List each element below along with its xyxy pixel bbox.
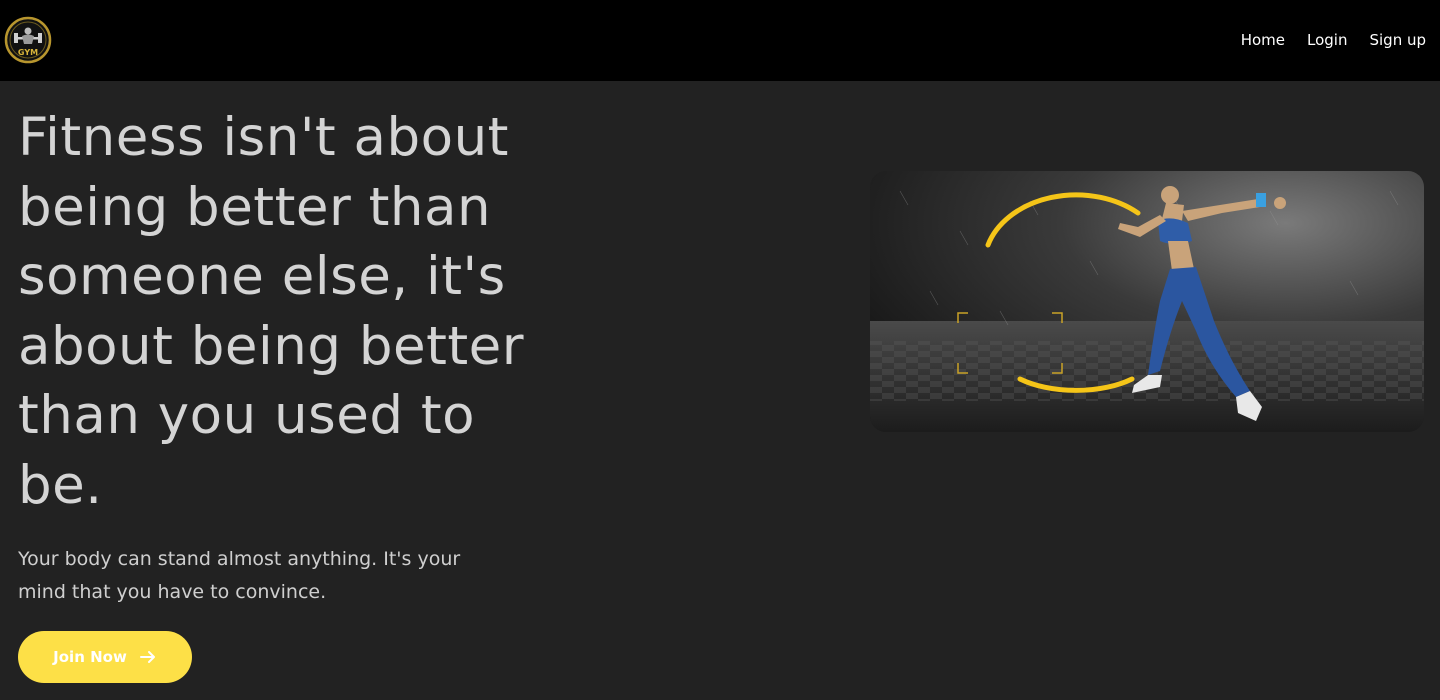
hero-headline: Fitness isn't about being better than so…: [18, 107, 525, 516]
hero-image-athlete: [870, 171, 1424, 432]
nav-login-link[interactable]: Login: [1307, 28, 1347, 52]
navbar: GYM Home Login Sign up: [0, 0, 1440, 81]
nav-signup-link[interactable]: Sign up: [1369, 28, 1426, 52]
gym-logo[interactable]: GYM: [4, 16, 52, 64]
logo-text: GYM: [18, 48, 38, 57]
nav-home-link[interactable]: Home: [1241, 28, 1285, 52]
hero-subtext: Your body can stand almost anything. It'…: [18, 548, 461, 603]
join-now-button[interactable]: Join Now: [18, 631, 192, 683]
join-now-label: Join Now: [53, 648, 127, 666]
arrow-right-icon: [139, 651, 155, 663]
nav-links: Home Login Sign up: [1241, 28, 1426, 52]
